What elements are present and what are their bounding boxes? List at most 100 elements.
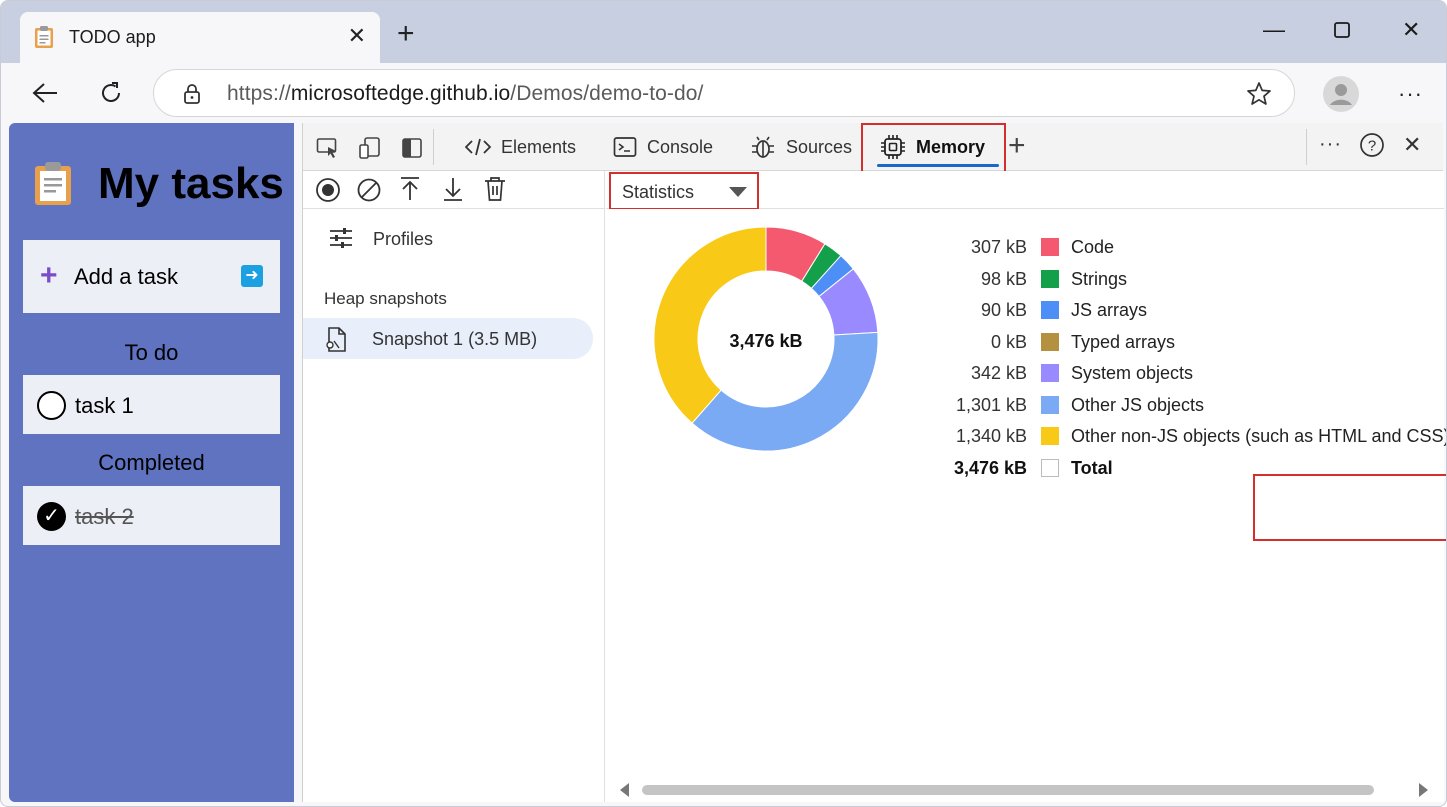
- inspect-icon[interactable]: [315, 135, 341, 161]
- lock-icon[interactable]: [182, 83, 202, 110]
- statistics-view: 3,476 kB 307 kB Code 98 kB Strings 90 kB JS a…: [606, 209, 1444, 802]
- refresh-icon[interactable]: [95, 77, 127, 109]
- plus-icon[interactable]: +: [397, 19, 415, 49]
- legend-total-label: Total: [1071, 458, 1113, 479]
- scroll-left-icon[interactable]: [620, 783, 629, 797]
- profiles-sidebar: Profiles Heap snapshots Snapshot 1 (3.5 …: [303, 209, 605, 802]
- task-label: task 1: [75, 393, 134, 419]
- add-task-label: Add a task: [74, 264, 178, 290]
- legend-swatch: [1041, 396, 1059, 414]
- legend-row: 307 kB Code: [606, 233, 1444, 261]
- view-select-value: Statistics: [622, 182, 694, 203]
- minimize-icon[interactable]: —: [1263, 17, 1285, 43]
- legend-row: 342 kB System objects: [606, 359, 1444, 387]
- more-tabs-plus-icon[interactable]: +: [1008, 131, 1026, 161]
- maximize-icon[interactable]: [1333, 19, 1351, 45]
- clear-icon[interactable]: [356, 177, 382, 208]
- legend-swatch: [1041, 238, 1059, 256]
- bug-icon: [750, 134, 776, 160]
- scrollbar-thumb[interactable]: [642, 785, 1374, 795]
- heap-snapshots-heading: Heap snapshots: [324, 289, 447, 309]
- add-task-button[interactable]: + Add a task ➜: [23, 240, 280, 313]
- tab-console[interactable]: Console: [613, 123, 713, 171]
- legend-label: System objects: [1071, 363, 1193, 384]
- devtools-toolbar: Elements Console Sources Memory + ··· ?: [303, 123, 1443, 171]
- profiles-label[interactable]: Profiles: [373, 229, 433, 250]
- clipboard-icon: [34, 25, 54, 49]
- view-select[interactable]: Statistics: [609, 172, 759, 210]
- legend-value: 1,301 kB: [956, 395, 1027, 416]
- checkbox-empty-icon[interactable]: [37, 391, 66, 420]
- legend-row: 90 kB JS arrays: [606, 296, 1444, 324]
- browser-window: TODO app ✕ + — ✕ https://microsoftedge.g…: [0, 0, 1447, 807]
- checkmark-icon[interactable]: ✓: [37, 502, 66, 531]
- scroll-right-icon[interactable]: [1419, 783, 1428, 797]
- legend-label: Other JS objects: [1071, 395, 1204, 416]
- profile-icon[interactable]: [1323, 76, 1359, 117]
- legend-label: Code: [1071, 237, 1114, 258]
- close-icon[interactable]: ✕: [348, 24, 366, 48]
- chevron-down-icon: [729, 187, 747, 197]
- devtools-panel: Elements Console Sources Memory + ··· ?: [302, 123, 1443, 802]
- clipboard-icon: [33, 161, 73, 212]
- legend-value: 307 kB: [971, 237, 1027, 258]
- legend-row: 1,340 kBOther non-JS objects (such as HT…: [606, 422, 1444, 450]
- todo-app: My tasks + Add a task ➜ To do task 1 Com…: [9, 123, 294, 802]
- trash-icon[interactable]: [483, 176, 507, 207]
- completed-heading: Completed: [9, 450, 294, 476]
- legend-swatch: [1041, 333, 1059, 351]
- back-icon[interactable]: [29, 77, 61, 109]
- close-window-icon[interactable]: ✕: [1402, 17, 1420, 43]
- horizontal-scrollbar[interactable]: [606, 778, 1444, 802]
- toolbar-divider: [433, 129, 434, 165]
- list-item[interactable]: ✓ task 2: [23, 486, 280, 545]
- more-icon[interactable]: ···: [1398, 81, 1423, 107]
- help-icon[interactable]: ?: [1359, 132, 1385, 163]
- browser-tab[interactable]: TODO app ✕: [20, 12, 380, 63]
- legend-row: 98 kB Strings: [606, 265, 1444, 293]
- console-icon: [613, 136, 637, 158]
- legend-swatch: [1041, 364, 1059, 382]
- download-icon[interactable]: [442, 176, 464, 207]
- legend-swatch: [1041, 459, 1059, 477]
- task-label: task 2: [75, 504, 134, 530]
- url-text[interactable]: https://microsoftedge.github.io/Demos/de…: [227, 82, 704, 106]
- legend-label: JS arrays: [1071, 300, 1147, 321]
- more-icon[interactable]: ···: [1319, 133, 1342, 156]
- legend-value: 0 kB: [991, 332, 1027, 353]
- tab-elements[interactable]: Elements: [465, 123, 576, 171]
- record-icon[interactable]: [315, 177, 341, 208]
- legend-swatch: [1041, 301, 1059, 319]
- star-icon[interactable]: [1246, 81, 1272, 112]
- legend-value: 98 kB: [981, 269, 1027, 290]
- dock-side-icon[interactable]: [399, 135, 425, 161]
- legend-total-value: 3,476 kB: [954, 458, 1027, 479]
- code-icon: [465, 137, 491, 157]
- plus-icon: +: [40, 261, 58, 291]
- page-title: My tasks: [98, 159, 284, 209]
- legend-swatch: [1041, 427, 1059, 445]
- legend-label: Other non-JS objects (such as HTML and C…: [1071, 426, 1447, 447]
- legend-label: Typed arrays: [1071, 332, 1175, 353]
- close-devtools-icon[interactable]: ✕: [1403, 132, 1421, 158]
- legend-swatch: [1041, 270, 1059, 288]
- list-item[interactable]: task 1: [23, 375, 280, 434]
- legend-label: Strings: [1071, 269, 1127, 290]
- legend-row: 0 kB Typed arrays: [606, 328, 1444, 356]
- svg-text:?: ?: [1368, 138, 1376, 155]
- toolbar-divider: [1306, 129, 1307, 165]
- upload-icon[interactable]: [399, 176, 421, 207]
- device-emulation-icon[interactable]: [357, 135, 383, 161]
- active-tab-indicator: [877, 164, 999, 167]
- legend-highlight-box: [1253, 474, 1447, 541]
- address-bar[interactable]: https://microsoftedge.github.io/Demos/de…: [153, 69, 1295, 117]
- snapshot-item[interactable]: Snapshot 1 (3.5 MB): [303, 318, 593, 359]
- legend-value: 90 kB: [981, 300, 1027, 321]
- settings-sliders-icon: [329, 227, 353, 254]
- legend-value: 342 kB: [971, 363, 1027, 384]
- arrow-right-icon[interactable]: ➜: [241, 265, 263, 287]
- legend-row: 1,301 kB Other JS objects: [606, 391, 1444, 419]
- todo-heading: To do: [9, 340, 294, 366]
- snapshot-file-icon: [325, 327, 349, 358]
- tab-sources[interactable]: Sources: [750, 123, 852, 171]
